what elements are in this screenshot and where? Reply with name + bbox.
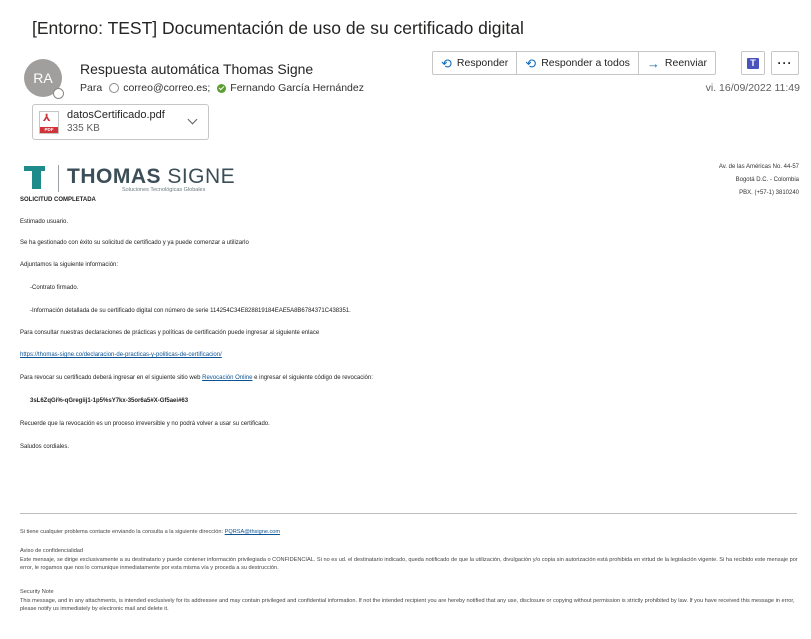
body-paragraph: Recuerde que la revocación es un proceso… xyxy=(20,421,270,427)
acrobat-icon: ⅄ xyxy=(43,113,51,124)
reply-button[interactable]: ⟲ Responder xyxy=(433,52,518,74)
teams-icon: T xyxy=(747,57,759,69)
presence-status-icon xyxy=(53,88,64,99)
teams-button[interactable]: T xyxy=(741,51,765,75)
reply-actions-group: ⟲ Responder ⟲ Responder a todos → Reenvi… xyxy=(432,51,716,75)
forward-label: Reenviar xyxy=(664,57,707,69)
body-list-item: -Contrato firmado. xyxy=(30,285,79,291)
support-email-link[interactable]: PQRSA@thsigne.com xyxy=(225,529,280,535)
body-paragraph: Para consultar nuestras declaraciones de… xyxy=(20,330,320,336)
body-paragraph: Se ha gestionado con éxito su solicitud … xyxy=(20,240,249,246)
reply-icon: ⟲ xyxy=(441,55,452,71)
logo-divider xyxy=(58,165,59,192)
body-greeting: Estimado usuario. xyxy=(20,219,69,225)
more-actions-button[interactable]: ··· xyxy=(771,51,799,75)
forward-icon: → xyxy=(646,55,660,71)
body-list-item: -Información detallada de su certificado… xyxy=(30,308,351,314)
presence-unknown-icon xyxy=(109,83,120,93)
body-heading: SOLICITUD COMPLETADA xyxy=(20,197,96,203)
security-note-text: This message, and in any attachments, is… xyxy=(20,598,795,612)
reply-label: Responder xyxy=(456,57,509,69)
logo-tagline: Soluciones Tecnológicas Globales xyxy=(122,187,206,193)
sender-name[interactable]: Respuesta automática Thomas Signe xyxy=(80,61,313,77)
body-paragraph: Adjuntamos la siguiente información: xyxy=(20,262,119,268)
reply-all-button[interactable]: ⟲ Responder a todos xyxy=(517,52,639,74)
address-line: Bogotá D.C. - Colombia xyxy=(735,177,799,183)
more-icon: ··· xyxy=(777,56,793,70)
recipient-name[interactable]: Fernando García Hernández xyxy=(230,82,364,94)
recipient-email[interactable]: correo@correo.es; xyxy=(123,82,210,94)
avatar-initials: RA xyxy=(33,70,53,86)
reply-all-icon: ⟲ xyxy=(525,55,537,71)
reply-all-label: Responder a todos xyxy=(541,57,630,69)
confidentiality-title: Aviso de confidencialidad xyxy=(20,548,84,554)
body-closing: Saludos cordiales. xyxy=(20,444,70,450)
certificate-serial: 114254C34E828819184EAE5A8B6784371C438351… xyxy=(210,308,351,314)
logo-wordmark: THOMAS SIGNE xyxy=(67,165,236,188)
email-date: vi. 16/09/2022 11:49 xyxy=(705,82,800,94)
attachment-name: datosCertificado.pdf xyxy=(67,109,165,121)
address-line: PBX. (+57-1) 3810240 xyxy=(739,190,799,196)
attachment-card[interactable]: ⅄ PDF datosCertificado.pdf 335 KB xyxy=(32,104,209,140)
pdf-type-label: PDF xyxy=(40,127,58,133)
confidentiality-text: Este mensaje, se dirige exclusivamente a… xyxy=(20,557,798,571)
chevron-down-icon[interactable] xyxy=(187,114,198,125)
presence-available-icon xyxy=(217,83,227,93)
sender-avatar[interactable]: RA xyxy=(24,59,64,99)
company-address: Av. de las Américas No. 44-57 Bogotá D.C… xyxy=(600,161,799,200)
address-line: Av. de las Américas No. 44-57 xyxy=(718,164,799,170)
forward-button[interactable]: → Reenviar xyxy=(639,52,715,74)
to-label: Para xyxy=(80,82,103,94)
footer-contact: Si tiene cualquier problema contacte env… xyxy=(20,529,281,535)
logo-mark-stem xyxy=(32,171,41,189)
body-paragraph: Para revocar su certificado deberá ingre… xyxy=(20,375,373,381)
footer-divider xyxy=(20,513,797,514)
security-note-title: Security Note xyxy=(20,589,54,595)
pdf-file-icon: ⅄ PDF xyxy=(39,111,59,134)
email-subject: [Entorno: TEST] Documentación de uso de … xyxy=(32,18,524,38)
policies-link[interactable]: https://thomas-signe.co/declaracion-de-p… xyxy=(20,352,222,358)
revocation-code: 3sL6ZqGi%-qGregiij1-1p5%sY7kx-35or6a5#X-… xyxy=(30,398,189,404)
revocation-online-link[interactable]: Revocación Online xyxy=(202,375,252,381)
attachment-size: 335 KB xyxy=(67,123,100,134)
recipients-line: Para correo@correo.es; Fernando García H… xyxy=(80,82,364,94)
